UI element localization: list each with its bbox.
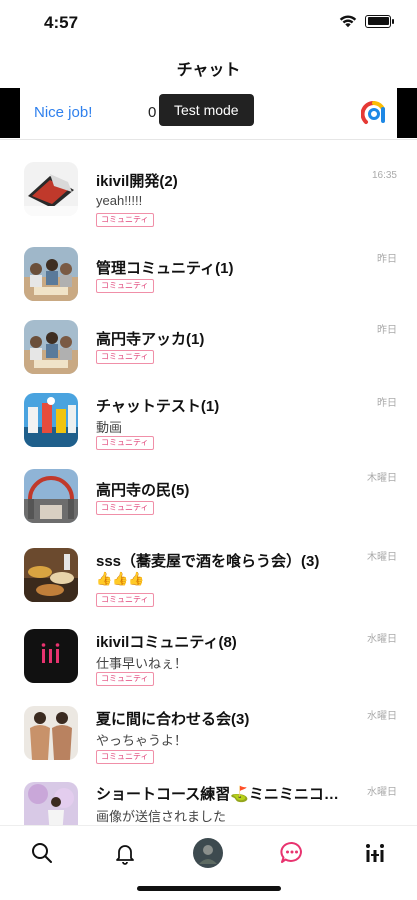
chat-time: 昨日 [377, 325, 397, 336]
ad-nice-label: Nice job! [34, 104, 93, 121]
chat-preview: 画像が送信されました [96, 809, 227, 824]
chat-item[interactable]: チャットテスト(1) 動画 コミュニティ 昨日 [0, 393, 417, 471]
community-tag: コミュニティ [96, 436, 154, 450]
chat-list[interactable]: ikivil開発(2) yeah!!!!! コミュニティ 16:35 管理コミュ… [0, 140, 417, 825]
chat-name: ショートコース練習⛳ミニミニコ… [96, 786, 339, 803]
chat-item[interactable]: 管理コミュニティ(1) コミュニティ 昨日 [0, 247, 417, 325]
ad-choices-logo-icon[interactable] [361, 100, 387, 126]
community-tag: コミュニティ [96, 350, 154, 364]
chat-name: 夏に間に合わせる会(3) [96, 711, 250, 728]
chat-avatar [24, 393, 78, 447]
chat-preview: 動画 [96, 420, 123, 435]
chat-time: 昨日 [377, 398, 397, 409]
chat-time: 水曜日 [367, 787, 397, 798]
tab-search[interactable] [27, 838, 57, 868]
chat-time: 昨日 [377, 254, 397, 265]
chat-name: ikivilコミュニティ(8) [96, 634, 237, 651]
chat-avatar [24, 247, 78, 301]
tab-ikivil[interactable] [360, 838, 390, 868]
chat-item[interactable]: ikivilコミュニティ(8) 仕事早いねぇ！ コミュニティ 水曜日 [0, 629, 417, 707]
chat-time: 水曜日 [367, 634, 397, 645]
chat-preview: yeah!!!!! [96, 193, 143, 208]
community-tag: コミュニティ [96, 213, 154, 227]
page-title: チャット [176, 62, 241, 79]
community-tag: コミュニティ [96, 279, 154, 293]
status-time: 4:57 [44, 13, 79, 32]
community-tag: コミュニティ [96, 750, 154, 764]
chat-time: 水曜日 [367, 711, 397, 722]
chat-avatar [24, 162, 78, 216]
chat-avatar [24, 782, 78, 825]
chat-time: 16:35 [371, 170, 397, 181]
test-mode-tooltip: Test mode [159, 94, 254, 126]
chat-bubble-icon [280, 842, 302, 863]
chat-avatar [24, 629, 78, 683]
chat-preview: やっちゃうよ！ [96, 733, 188, 748]
chat-item[interactable]: 高円寺の民(5) コミュニティ 木曜日 [0, 469, 417, 547]
chat-name: チャットテスト(1) [96, 398, 220, 415]
ikivil-logo-icon [366, 844, 384, 862]
chat-item[interactable]: 高円寺アッカ(1) コミュニティ 昨日 [0, 320, 417, 398]
chat-name: sss（蕎麦屋で酒を喰らう会）(3) [96, 553, 320, 570]
chat-name: 管理コミュニティ(1) [96, 260, 234, 277]
tab-notifications[interactable] [110, 838, 140, 868]
chat-item[interactable]: 夏に間に合わせる会(3) やっちゃうよ！ コミュニティ 水曜日 [0, 706, 417, 784]
chat-preview: 👍👍👍 [96, 571, 145, 586]
profile-avatar [193, 838, 223, 868]
community-tag: コミュニティ [96, 501, 154, 515]
chat-name: 高円寺の民(5) [96, 482, 190, 499]
battery-icon [365, 14, 394, 28]
tab-profile[interactable] [193, 838, 223, 868]
tab-chat[interactable] [277, 838, 307, 868]
chat-avatar [24, 548, 78, 602]
chat-name: 高円寺アッカ(1) [96, 331, 205, 348]
chat-name: ikivil開発(2) [96, 173, 178, 190]
chat-time: 木曜日 [367, 473, 397, 484]
community-tag: コミュニティ [96, 672, 154, 686]
chat-item[interactable]: ikivil開発(2) yeah!!!!! コミュニティ 16:35 [0, 162, 417, 240]
chat-item[interactable]: sss（蕎麦屋で酒を喰らう会）(3) 👍👍👍 コミュニティ 木曜日 [0, 548, 417, 626]
chat-avatar [24, 320, 78, 374]
bell-icon [116, 845, 134, 865]
community-tag: コミュニティ [96, 593, 154, 607]
search-icon [32, 843, 52, 863]
chat-preview: 仕事早いねぇ！ [96, 656, 188, 671]
home-indicator [137, 886, 281, 891]
chat-avatar [24, 469, 78, 523]
status-icons [339, 14, 394, 28]
chat-item[interactable]: ショートコース練習⛳ミニミニコ… 画像が送信されました 水曜日 [0, 782, 417, 825]
wifi-icon [339, 15, 357, 28]
chat-avatar [24, 706, 78, 760]
chat-time: 木曜日 [367, 552, 397, 563]
status-bar: 4:57 [0, 0, 417, 44]
